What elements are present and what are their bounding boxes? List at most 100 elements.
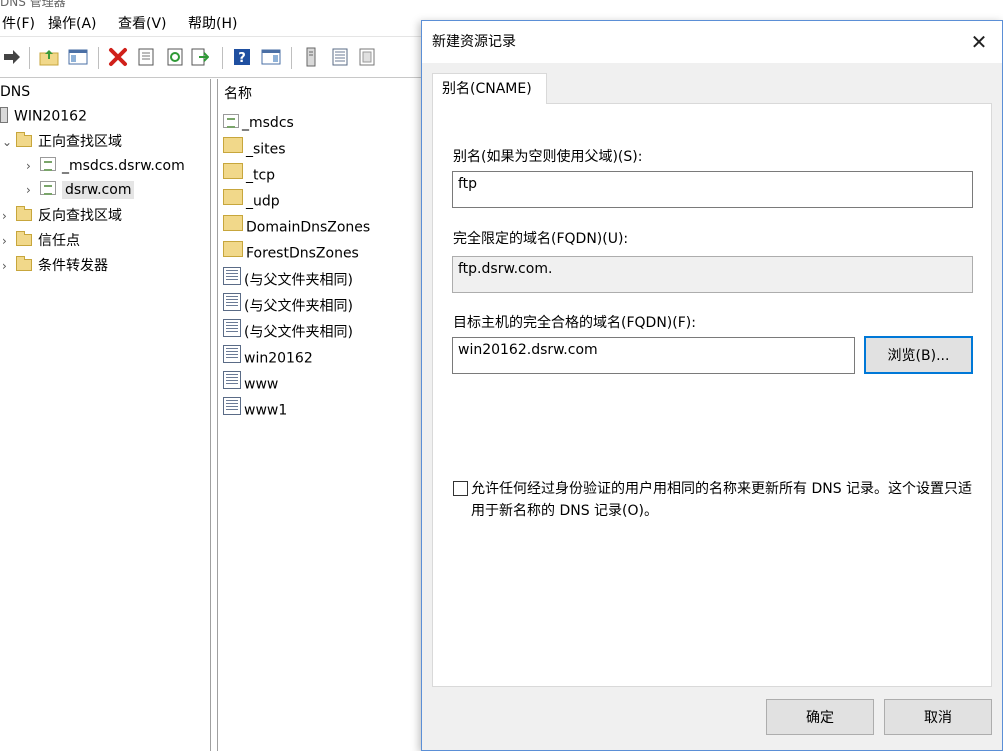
alias-label: 别名(如果为空则使用父域)(S): (453, 149, 643, 165)
target-host-label: 目标主机的完全合格的域名(FQDN)(F): (453, 315, 696, 331)
tree-forward-zones[interactable]: ⌄ 正向查找区域 (2, 131, 122, 153)
menu-view[interactable]: 查看(V) (116, 15, 169, 33)
menu-action[interactable]: 操作(A) (46, 15, 99, 33)
list-item[interactable]: ForestDnsZones (223, 241, 359, 265)
zone-icon (40, 179, 56, 201)
chevron-right-icon[interactable]: › (2, 230, 16, 252)
menu-file[interactable]: 件(F) (0, 15, 37, 33)
tree-reverse-zones[interactable]: › 反向查找区域 (2, 205, 122, 227)
list-item-label: www (244, 376, 279, 393)
chevron-right-icon[interactable]: › (26, 179, 40, 201)
close-icon[interactable]: ✕ (964, 27, 994, 57)
list-item[interactable]: DomainDnsZones (223, 215, 371, 239)
cancel-button[interactable]: 取消 (884, 699, 992, 735)
list-item-label: _msdcs (242, 115, 294, 131)
folder-icon (223, 215, 243, 239)
list-item[interactable]: (与父文件夹相同) (223, 319, 353, 345)
dialog-titlebar: 新建资源记录 ✕ (422, 21, 1002, 63)
menu-help[interactable]: 帮助(H) (186, 15, 239, 33)
list-item-label: www1 (244, 402, 288, 419)
toolbar-separator (98, 47, 99, 69)
folder-icon (16, 205, 32, 227)
tree-server[interactable]: WIN20162 (0, 105, 87, 127)
tab-cname[interactable]: 别名(CNAME) (432, 73, 547, 104)
list-item[interactable]: (与父文件夹相同) (223, 267, 353, 290)
zone-icon (223, 112, 239, 134)
tree-root-dns[interactable]: DNS (0, 81, 30, 103)
up-folder-icon[interactable] (39, 47, 59, 67)
browse-button[interactable]: 浏览(B)... (864, 336, 973, 374)
svg-text:?: ? (238, 51, 246, 66)
list-item-label: win20162 (244, 350, 313, 367)
column-header-name[interactable]: 名称 (224, 83, 252, 105)
dialog-title: 新建资源记录 (432, 34, 516, 50)
window-title: DNS 管理器 (0, 0, 66, 9)
toolbar-separator (29, 47, 30, 69)
target-host-input[interactable] (452, 337, 855, 374)
export-list-icon[interactable] (190, 47, 210, 67)
show-tree-icon[interactable] (68, 47, 88, 67)
list-item-label: _tcp (246, 167, 276, 184)
folder-icon (223, 163, 243, 187)
list-item[interactable]: www1 (223, 397, 288, 423)
folder-icon (223, 241, 243, 265)
list-item-label: ForestDnsZones (246, 245, 359, 262)
folder-icon (223, 189, 243, 213)
tree-zone-dsrw[interactable]: › dsrw.com (26, 179, 135, 201)
record-icon (223, 293, 241, 319)
forward-arrow-icon[interactable] (2, 47, 22, 67)
folder-icon (223, 137, 243, 161)
record-new-icon[interactable] (357, 47, 377, 67)
list-item[interactable]: _tcp (223, 163, 276, 187)
list-item-label: (与父文件夹相同) (244, 272, 353, 289)
action-pane-icon[interactable] (261, 47, 281, 67)
folder-icon (16, 255, 32, 277)
list-item[interactable]: (与父文件夹相同) (223, 293, 353, 319)
list-item-label: _sites (246, 141, 286, 158)
records-list-pane: 名称 _msdcs _sites _tcp _udp DomainDnsZone… (217, 79, 422, 751)
tree-item-label: WIN20162 (14, 108, 87, 125)
tree-item-label: dsrw.com (62, 181, 135, 199)
list-item[interactable]: _udp (223, 189, 280, 213)
alias-input[interactable] (452, 171, 973, 208)
list-item[interactable]: _sites (223, 137, 286, 161)
record-icon (223, 319, 241, 345)
list-item[interactable]: _msdcs (223, 112, 294, 134)
toolbar-separator (291, 47, 292, 69)
tree-item-label: 正向查找区域 (38, 134, 122, 150)
allow-update-checkbox[interactable] (453, 481, 468, 496)
allow-update-checkbox-label[interactable]: 允许任何经过身份验证的用户用相同的名称来更新所有 DNS 记录。这个设置只适用于… (471, 478, 981, 522)
tree-trust-points[interactable]: › 信任点 (2, 230, 80, 252)
fqdn-label: 完全限定的域名(FQDN)(U): (453, 231, 629, 247)
tree-item-label: _msdcs.dsrw.com (62, 158, 185, 174)
record-icon (223, 371, 241, 397)
server-icon[interactable] (301, 47, 321, 67)
properties-icon[interactable] (136, 47, 156, 67)
fqdn-field (452, 256, 973, 293)
chevron-right-icon[interactable]: › (26, 155, 40, 177)
tree-conditional-forwarders[interactable]: › 条件转发器 (2, 255, 108, 277)
tree-item-label: 条件转发器 (38, 258, 108, 274)
list-item-label: DomainDnsZones (246, 219, 371, 236)
window-titlebar: DNS 管理器 (0, 0, 1003, 11)
record-icon (223, 397, 241, 423)
cname-tab-panel: 别名(如果为空则使用父域)(S): 完全限定的域名(FQDN)(U): 目标主机… (432, 103, 992, 687)
folder-icon (16, 230, 32, 252)
chevron-right-icon[interactable]: › (2, 205, 16, 227)
tree-item-label: DNS (0, 84, 31, 100)
help-icon[interactable]: ? (232, 47, 252, 67)
delete-icon[interactable] (108, 47, 128, 67)
ok-button[interactable]: 确定 (766, 699, 874, 735)
tree-zone-msdcs[interactable]: › _msdcs.dsrw.com (26, 155, 185, 177)
folder-icon (16, 131, 32, 153)
tree-item-label: 反向查找区域 (38, 208, 122, 224)
refresh-icon[interactable] (165, 47, 185, 67)
list-item-label: (与父文件夹相同) (244, 324, 353, 341)
list-item[interactable]: www (223, 371, 279, 397)
chevron-right-icon[interactable]: › (2, 255, 16, 277)
toolbar-separator (222, 47, 223, 69)
record-list-icon[interactable] (330, 47, 350, 67)
chevron-down-icon[interactable]: ⌄ (2, 131, 16, 153)
list-item[interactable]: win20162 (223, 345, 313, 368)
tree-pane: DNS WIN20162 ⌄ 正向查找区域 › _msdcs.dsrw.com › d… (0, 79, 211, 751)
